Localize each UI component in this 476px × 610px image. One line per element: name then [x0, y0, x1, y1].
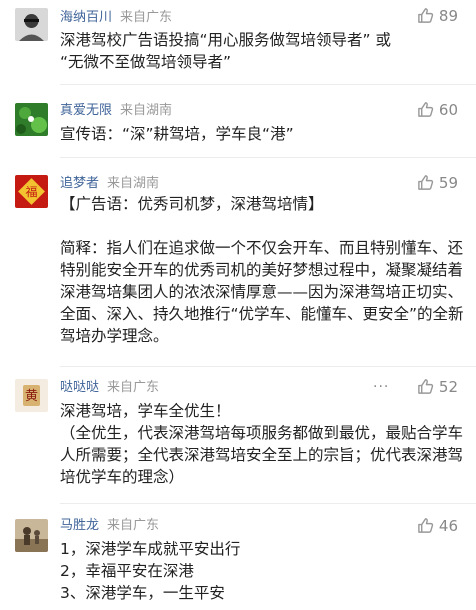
- comment-meta: 真爱无限 来自湖南: [60, 101, 172, 121]
- avatar[interactable]: 黄: [15, 379, 48, 412]
- like-button[interactable]: 46: [417, 515, 458, 537]
- like-count: 46: [438, 517, 458, 535]
- more-options-icon[interactable]: ···: [373, 380, 389, 396]
- like-button[interactable]: 59: [417, 172, 458, 194]
- like-count: 52: [438, 378, 458, 396]
- comment-text: 深港驾培，学车全优生！ （全优生，代表深港驾培每项服务都做到最优，最贴合学车人所…: [60, 402, 464, 486]
- comment-text: 1，深港学车成就平安出行 2，幸福平安在深港 3、深港学车，一生平安: [60, 540, 241, 602]
- thumbs-up-icon: [418, 175, 434, 190]
- username[interactable]: 哒哒哒: [60, 380, 99, 395]
- divider: [60, 503, 476, 504]
- avatar[interactable]: [15, 519, 48, 552]
- thumbs-up-icon: [418, 518, 434, 533]
- location: 来自广东: [120, 10, 173, 25]
- like-button[interactable]: 89: [417, 5, 458, 27]
- svg-text:黄: 黄: [25, 389, 38, 404]
- comment-text: 宣传语：“深”耕驾培，学车良“港”: [60, 125, 294, 143]
- divider: [60, 84, 476, 85]
- username[interactable]: 追梦者: [60, 176, 99, 191]
- like-button[interactable]: 52: [417, 376, 458, 398]
- avatar[interactable]: 福: [15, 175, 48, 208]
- username[interactable]: 海纳百川: [60, 10, 112, 25]
- like-button[interactable]: 60: [417, 99, 458, 121]
- avatar[interactable]: [15, 8, 48, 41]
- avatar[interactable]: [15, 103, 48, 136]
- comment-text: 【广告语：优秀司机梦，深港驾培情】 简释：指人们在追求做一个不仅会开车、而且特别…: [60, 195, 464, 345]
- comment-meta: 马胜龙 来自广东: [60, 516, 159, 536]
- divider: [60, 157, 476, 158]
- comment-text: 深港驾校广告语投搞“用心服务做驾培领导者” 或 “无微不至做驾培领导者”: [60, 31, 391, 71]
- like-count: 89: [438, 7, 458, 25]
- comment-meta: 海纳百川 来自广东: [60, 8, 172, 28]
- thumbs-up-icon: [418, 102, 434, 117]
- thumbs-up-icon: [418, 379, 434, 394]
- divider: [60, 366, 476, 367]
- like-count: 60: [438, 101, 458, 119]
- svg-text:福: 福: [25, 184, 37, 199]
- location: 来自湖南: [107, 176, 160, 191]
- like-count: 59: [438, 174, 458, 192]
- location: 来自湖南: [120, 103, 173, 118]
- username[interactable]: 真爱无限: [60, 103, 112, 118]
- location: 来自广东: [107, 380, 160, 395]
- username[interactable]: 马胜龙: [60, 518, 99, 533]
- thumbs-up-icon: [418, 8, 434, 23]
- comment-meta: 追梦者 来自湖南: [60, 174, 159, 194]
- location: 来自广东: [107, 518, 160, 533]
- comment-meta: 哒哒哒 来自广东: [60, 378, 159, 398]
